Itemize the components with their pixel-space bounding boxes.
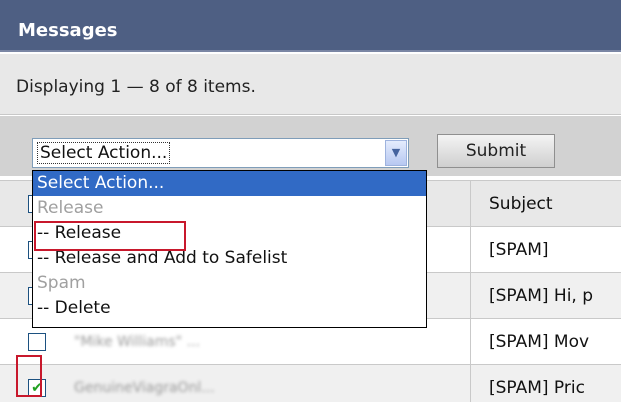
subject-value[interactable]: [SPAM] Pric bbox=[470, 364, 621, 402]
optgroup-release: Release bbox=[37, 198, 104, 218]
subject-value[interactable]: [SPAM] Hi, p bbox=[470, 272, 621, 319]
panel-title: Messages bbox=[18, 20, 118, 41]
option-delete[interactable]: -- Delete bbox=[33, 296, 426, 321]
release-highlight bbox=[34, 221, 186, 251]
from-value: "Mike Williams" ... bbox=[74, 333, 200, 350]
subject-value[interactable]: [SPAM] Mov bbox=[470, 318, 621, 365]
subject-header[interactable]: Subject bbox=[470, 180, 621, 227]
action-select-value: Select Action... bbox=[37, 142, 171, 164]
subject-value[interactable]: [SPAM] bbox=[470, 226, 621, 273]
row-checkbox[interactable] bbox=[28, 332, 46, 351]
submit-button[interactable]: Submit bbox=[437, 134, 555, 168]
optgroup-spam: Spam bbox=[37, 273, 86, 293]
from-value: GenuineViagraOnl... bbox=[74, 379, 215, 396]
display-count-text: Displaying 1 — 8 of 8 items. bbox=[16, 77, 256, 97]
panel-header: Messages bbox=[0, 0, 621, 52]
checkbox-highlight bbox=[16, 355, 42, 397]
messages-panel: Messages Displaying 1 — 8 of 8 items. Su… bbox=[0, 0, 621, 402]
option-select-action[interactable]: Select Action... bbox=[33, 171, 426, 196]
action-select[interactable]: Select Action... ▼ bbox=[32, 138, 409, 168]
table-row[interactable]: ✔ GenuineViagraOnl... [SPAM] Pric bbox=[0, 364, 621, 402]
chevron-down-icon[interactable]: ▼ bbox=[385, 140, 407, 166]
display-count-row: Displaying 1 — 8 of 8 items. bbox=[0, 54, 621, 115]
